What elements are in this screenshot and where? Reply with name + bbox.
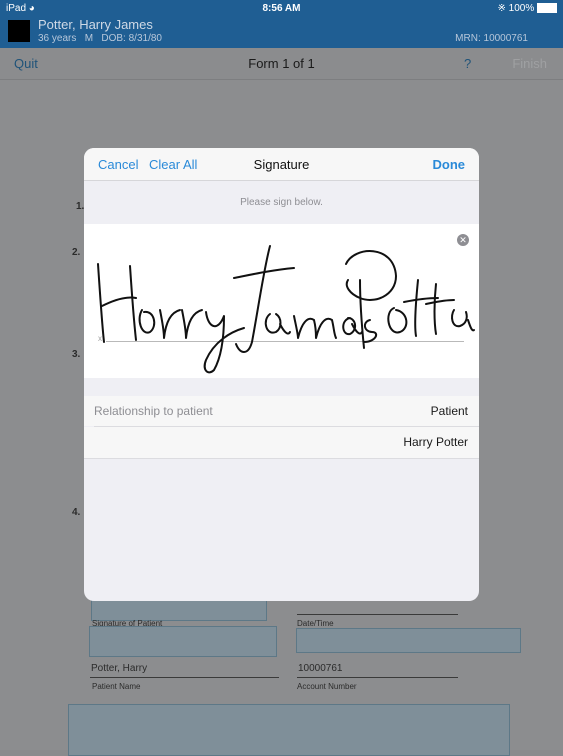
- modal-nav-bar: Cancel Clear All Signature Done: [84, 148, 479, 181]
- signature-strokes: [97, 245, 475, 374]
- sign-hint: Please sign below.: [240, 197, 323, 208]
- date-time-line: [297, 614, 458, 615]
- patient-mrn: MRN: 10000761: [455, 33, 528, 44]
- account-number-line: [297, 677, 458, 678]
- account-number-value: 10000761: [298, 663, 343, 674]
- patient-details: 36 years M DOB: 8/31/80: [38, 33, 162, 44]
- signer-name[interactable]: Harry Potter: [403, 435, 468, 449]
- witness-date-box[interactable]: [296, 628, 521, 653]
- relationship-label: Relationship to patient: [94, 404, 213, 418]
- date-time-label: Date/Time: [297, 619, 334, 628]
- status-right: ※ 100%: [497, 3, 557, 14]
- notes-box[interactable]: [68, 704, 510, 756]
- relationship-row[interactable]: Relationship to patient Patient: [84, 396, 479, 426]
- witness-box[interactable]: [89, 626, 277, 657]
- section-number: 2.: [72, 247, 81, 258]
- patient-name-line: [90, 677, 279, 678]
- finish-button[interactable]: Finish: [512, 56, 547, 71]
- patient-name-value: Potter, Harry: [91, 663, 148, 674]
- signer-name-row[interactable]: Harry Potter: [84, 427, 479, 459]
- help-button[interactable]: ?: [464, 56, 471, 71]
- form-toolbar: Quit Form 1 of 1 ? Finish: [0, 48, 563, 80]
- bluetooth-icon: ※: [497, 3, 506, 14]
- account-number-label: Account Number: [297, 682, 357, 691]
- avatar: [8, 20, 30, 42]
- modal-title: Signature: [253, 157, 310, 172]
- battery-icon: [537, 3, 557, 14]
- patient-name-label: Patient Name: [92, 682, 141, 691]
- done-button[interactable]: Done: [433, 157, 466, 172]
- patient-header: iPad ◕ 8:56 AM ※ 100% Potter, Harry Jame…: [0, 0, 563, 48]
- signature-modal: Cancel Clear All Signature Done Please s…: [84, 148, 479, 601]
- form-title: Form 1 of 1: [248, 56, 315, 71]
- patient-name: Potter, Harry James: [38, 17, 153, 32]
- section-number: 3.: [72, 349, 81, 360]
- relationship-value[interactable]: Patient: [431, 404, 468, 418]
- section-number: 4.: [72, 507, 81, 518]
- signature-pad[interactable]: ✕ x: [84, 224, 479, 378]
- status-time: 8:56 AM: [262, 3, 301, 14]
- battery-percent: 100%: [508, 3, 535, 14]
